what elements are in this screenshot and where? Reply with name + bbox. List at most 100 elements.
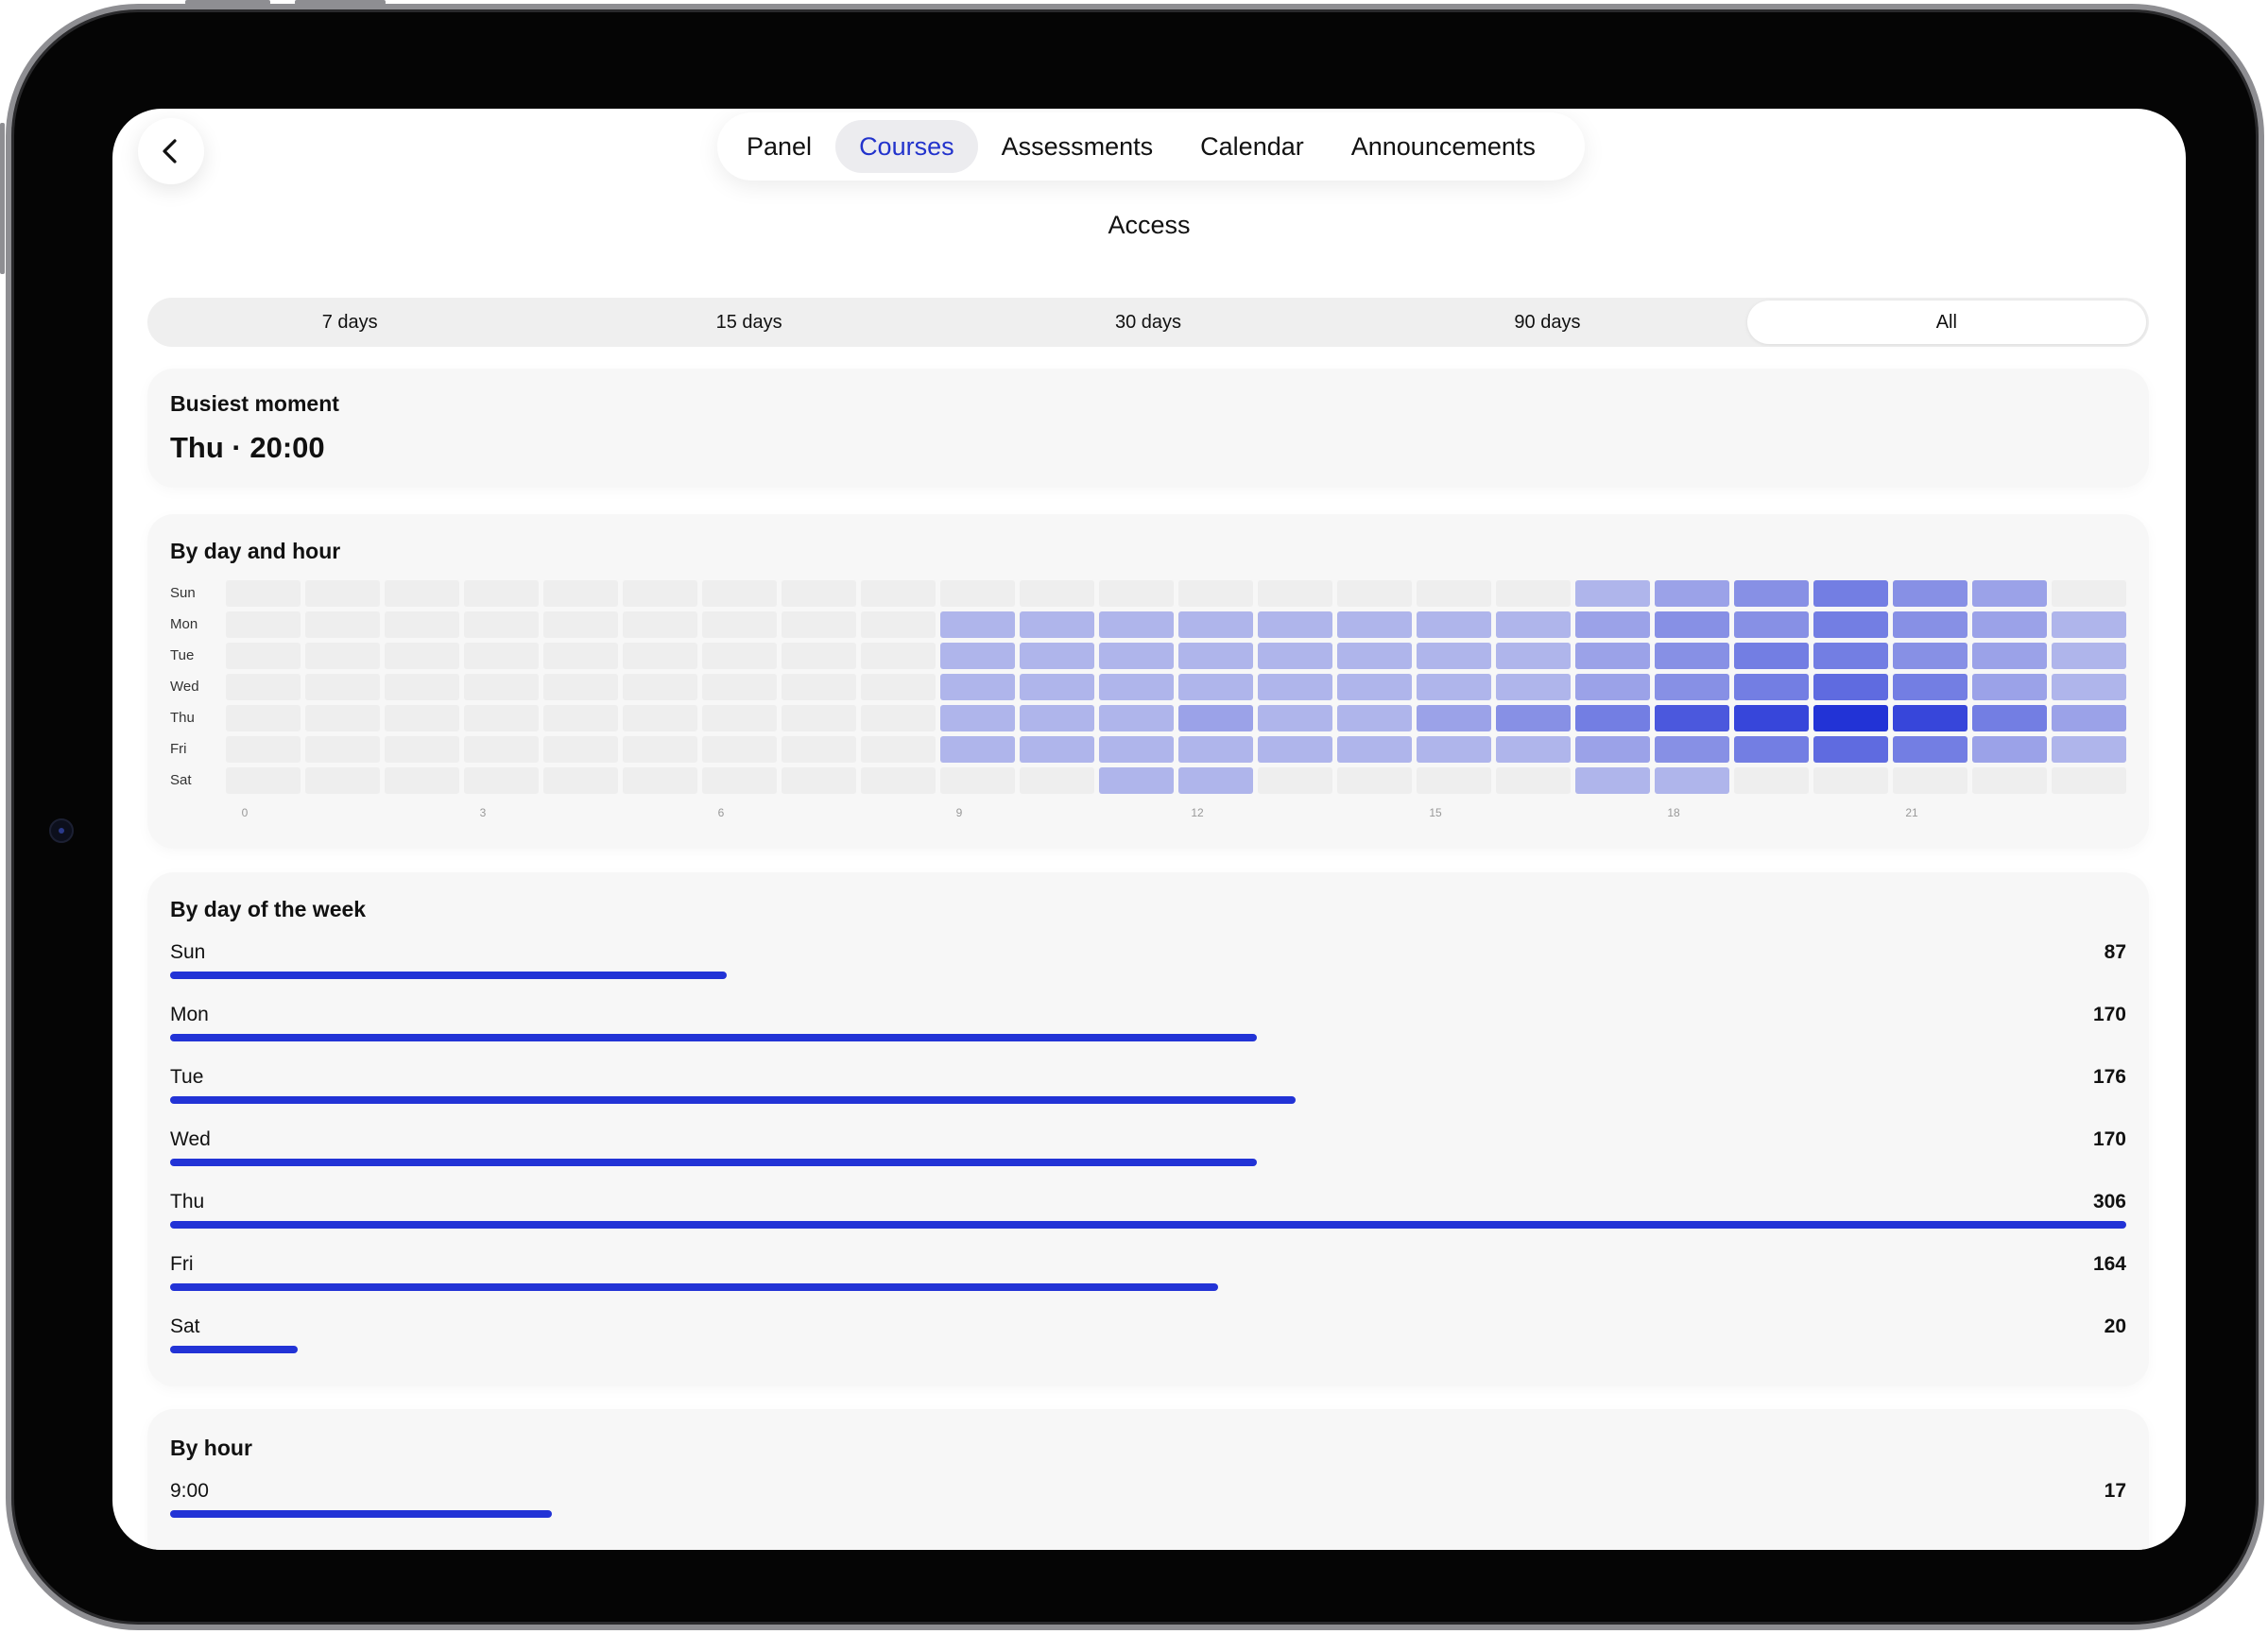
heatmap-cell[interactable]: [1655, 767, 1729, 794]
heatmap-cell[interactable]: [1655, 705, 1729, 731]
heatmap-cell[interactable]: [861, 674, 936, 700]
heatmap-cell[interactable]: [1020, 767, 1094, 794]
heatmap-cell[interactable]: [464, 643, 539, 669]
heatmap-cell[interactable]: [1337, 736, 1412, 763]
heatmap-cell[interactable]: [305, 736, 380, 763]
heatmap-cell[interactable]: [1813, 736, 1888, 763]
heatmap-cell[interactable]: [1734, 705, 1809, 731]
heatmap-cell[interactable]: [940, 580, 1015, 607]
heatmap-cell[interactable]: [623, 736, 697, 763]
heatmap-cell[interactable]: [385, 767, 459, 794]
heatmap-cell[interactable]: [1575, 767, 1650, 794]
heatmap-cell[interactable]: [1099, 580, 1174, 607]
heatmap-cell[interactable]: [226, 611, 301, 638]
heatmap-cell[interactable]: [1893, 643, 1967, 669]
heatmap-cell[interactable]: [464, 580, 539, 607]
heatmap-cell[interactable]: [1813, 643, 1888, 669]
heatmap-cell[interactable]: [861, 611, 936, 638]
heatmap-cell[interactable]: [702, 705, 777, 731]
tab-announcements[interactable]: Announcements: [1328, 120, 1559, 173]
heatmap-cell[interactable]: [1417, 580, 1491, 607]
heatmap-cell[interactable]: [1020, 643, 1094, 669]
heatmap-cell[interactable]: [226, 736, 301, 763]
heatmap-cell[interactable]: [702, 736, 777, 763]
heatmap-cell[interactable]: [1020, 580, 1094, 607]
heatmap-cell[interactable]: [1893, 580, 1967, 607]
heatmap-cell[interactable]: [1258, 643, 1332, 669]
heatmap-cell[interactable]: [1337, 767, 1412, 794]
range-all[interactable]: All: [1746, 301, 2147, 344]
heatmap-cell[interactable]: [226, 767, 301, 794]
heatmap-cell[interactable]: [226, 643, 301, 669]
heatmap-cell[interactable]: [782, 643, 856, 669]
heatmap-cell[interactable]: [1417, 611, 1491, 638]
heatmap-cell[interactable]: [1575, 736, 1650, 763]
heatmap-cell[interactable]: [782, 705, 856, 731]
heatmap-cell[interactable]: [782, 674, 856, 700]
heatmap-cell[interactable]: [305, 674, 380, 700]
heatmap-cell[interactable]: [623, 705, 697, 731]
heatmap-cell[interactable]: [305, 611, 380, 638]
heatmap-cell[interactable]: [1496, 643, 1571, 669]
heatmap-cell[interactable]: [1099, 643, 1174, 669]
heatmap-cell[interactable]: [1099, 611, 1174, 638]
heatmap-cell[interactable]: [1813, 767, 1888, 794]
heatmap-cell[interactable]: [782, 611, 856, 638]
heatmap-cell[interactable]: [623, 643, 697, 669]
heatmap-cell[interactable]: [1575, 580, 1650, 607]
heatmap-cell[interactable]: [385, 674, 459, 700]
heatmap-cell[interactable]: [623, 674, 697, 700]
heatmap-cell[interactable]: [1337, 580, 1412, 607]
heatmap-cell[interactable]: [1655, 580, 1729, 607]
heatmap-cell[interactable]: [1417, 767, 1491, 794]
heatmap-cell[interactable]: [1258, 767, 1332, 794]
heatmap-cell[interactable]: [1258, 580, 1332, 607]
heatmap-cell[interactable]: [861, 643, 936, 669]
heatmap-cell[interactable]: [1178, 643, 1253, 669]
heatmap-cell[interactable]: [1972, 705, 2047, 731]
heatmap-cell[interactable]: [1020, 611, 1094, 638]
heatmap-cell[interactable]: [1893, 705, 1967, 731]
heatmap-cell[interactable]: [543, 611, 618, 638]
heatmap-cell[interactable]: [1099, 674, 1174, 700]
heatmap-cell[interactable]: [1575, 674, 1650, 700]
heatmap-cell[interactable]: [1099, 736, 1174, 763]
heatmap-cell[interactable]: [1972, 611, 2047, 638]
heatmap-cell[interactable]: [543, 705, 618, 731]
heatmap-cell[interactable]: [1178, 611, 1253, 638]
heatmap-cell[interactable]: [1099, 767, 1174, 794]
heatmap-cell[interactable]: [464, 705, 539, 731]
heatmap-cell[interactable]: [464, 611, 539, 638]
heatmap-cell[interactable]: [2052, 736, 2126, 763]
heatmap-cell[interactable]: [1178, 767, 1253, 794]
heatmap-cell[interactable]: [1496, 674, 1571, 700]
heatmap-cell[interactable]: [1417, 736, 1491, 763]
heatmap-cell[interactable]: [1020, 736, 1094, 763]
heatmap-cell[interactable]: [1258, 736, 1332, 763]
heatmap-cell[interactable]: [385, 580, 459, 607]
heatmap-cell[interactable]: [305, 767, 380, 794]
heatmap-cell[interactable]: [940, 611, 1015, 638]
heatmap-cell[interactable]: [1417, 705, 1491, 731]
heatmap-cell[interactable]: [1972, 643, 2047, 669]
heatmap-cell[interactable]: [1496, 767, 1571, 794]
heatmap-cell[interactable]: [1020, 674, 1094, 700]
heatmap-cell[interactable]: [543, 580, 618, 607]
heatmap-cell[interactable]: [2052, 580, 2126, 607]
heatmap-cell[interactable]: [782, 767, 856, 794]
back-button[interactable]: [138, 118, 204, 184]
heatmap-cell[interactable]: [1178, 736, 1253, 763]
heatmap-cell[interactable]: [543, 736, 618, 763]
heatmap-cell[interactable]: [1178, 705, 1253, 731]
heatmap-cell[interactable]: [702, 767, 777, 794]
heatmap-cell[interactable]: [940, 674, 1015, 700]
heatmap-cell[interactable]: [702, 643, 777, 669]
heatmap-cell[interactable]: [226, 674, 301, 700]
heatmap-cell[interactable]: [226, 705, 301, 731]
heatmap-cell[interactable]: [1813, 674, 1888, 700]
heatmap-cell[interactable]: [464, 767, 539, 794]
heatmap-cell[interactable]: [1893, 767, 1967, 794]
heatmap-cell[interactable]: [623, 611, 697, 638]
heatmap-cell[interactable]: [1813, 611, 1888, 638]
heatmap-cell[interactable]: [1893, 674, 1967, 700]
